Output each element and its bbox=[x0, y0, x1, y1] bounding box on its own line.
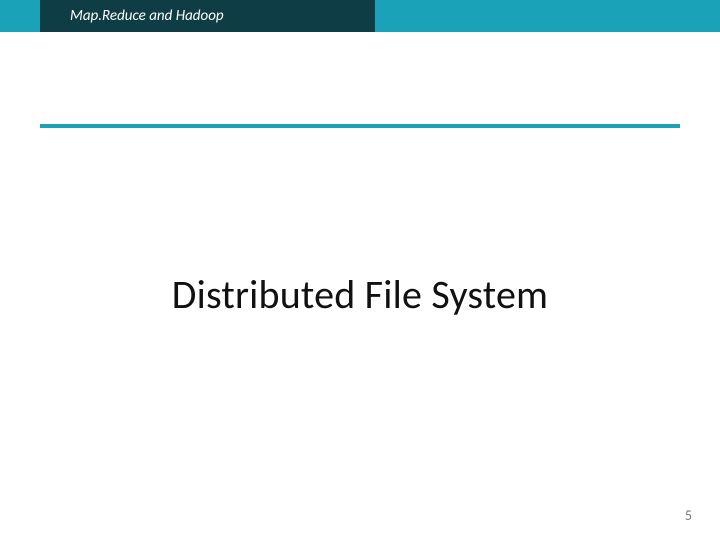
header-topic-label: Map.Reduce and Hadoop bbox=[70, 7, 224, 25]
divider-line bbox=[40, 124, 680, 128]
header-topic-box: Map.Reduce and Hadoop bbox=[40, 0, 375, 32]
page-number: 5 bbox=[685, 507, 692, 524]
slide-title: Distributed File System bbox=[0, 270, 720, 319]
header-bar: Map.Reduce and Hadoop bbox=[0, 0, 720, 32]
